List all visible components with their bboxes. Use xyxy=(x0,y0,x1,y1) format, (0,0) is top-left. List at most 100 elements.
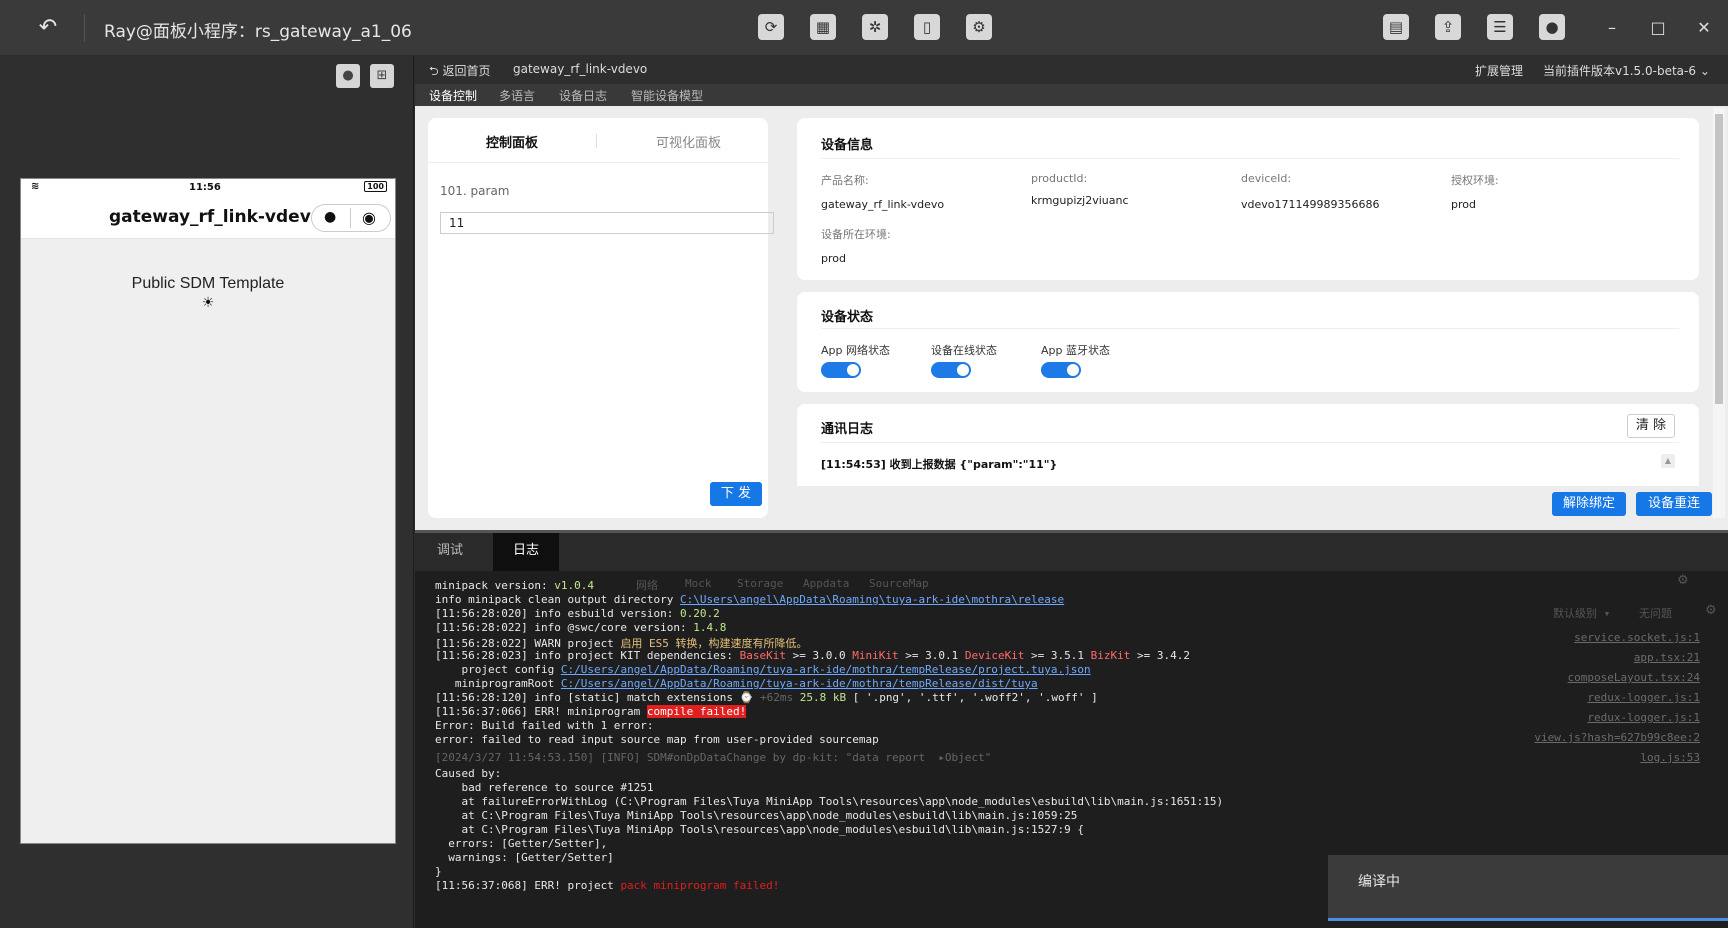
ghost-tab-mock: Mock xyxy=(685,577,712,590)
menu-icon[interactable]: ☰ xyxy=(1487,14,1513,40)
tab-log[interactable]: 日志 xyxy=(493,533,559,571)
comm-log-entry: [11:54:53] 收到上报数据 {"param":"11"} xyxy=(821,458,1058,471)
gear-icon[interactable]: ⚙ xyxy=(1677,573,1689,588)
back-icon[interactable]: ↶ xyxy=(34,14,62,42)
log-version: 0.20.2 xyxy=(680,607,720,620)
auth-env-label: 授权环境: xyxy=(1451,174,1499,187)
product-id-label: productId: xyxy=(1031,172,1088,185)
ghost-tab-appdata: Appdata xyxy=(803,577,850,590)
device-env-label: 设备所在环境: xyxy=(821,228,891,241)
tab-visual-panel[interactable]: 可视化面板 xyxy=(656,132,721,151)
device-online-toggle[interactable] xyxy=(931,362,971,378)
debug-icon[interactable]: ✲ xyxy=(862,14,888,40)
scrollbar[interactable] xyxy=(1713,108,1725,518)
source-link[interactable]: composeLayout.tsx:24 xyxy=(1568,671,1700,684)
comm-log-title: 通讯日志 xyxy=(821,422,874,437)
divider xyxy=(84,14,85,42)
back-home-link[interactable]: ⮌ 返回首页 xyxy=(429,62,490,83)
source-link[interactable]: redux-logger.js:1 xyxy=(1587,711,1700,724)
log-link[interactable]: C:\Users\angel\AppData\Roaming\tuya-ark-… xyxy=(680,593,1064,606)
log-link[interactable]: C:/Users/angel/AppData/Roaming/tuya-ark-… xyxy=(561,663,1091,676)
tab-smart-model[interactable]: 智能设备模型 xyxy=(631,87,703,104)
device-id-label: deviceId: xyxy=(1241,172,1292,185)
error-badge: compile failed! xyxy=(646,705,747,718)
auth-env-value: prod xyxy=(1451,198,1476,211)
clear-log-button[interactable]: 清 除 xyxy=(1627,414,1675,438)
settings-icon[interactable]: ⚙ xyxy=(966,14,992,40)
comm-log-card: 通讯日志 清 除 [11:54:53] 收到上报数据 {"param":"11"… xyxy=(797,404,1699,486)
log-line: bad reference to source #1251 xyxy=(435,781,654,794)
product-id-value: krmgupizj2viuanc xyxy=(1031,194,1129,207)
log-link[interactable]: C:/Users/angel/AppData/Roaming/tuya-ark-… xyxy=(561,677,1038,690)
device-id-value: vdevo171149989356686 xyxy=(1241,198,1380,211)
main-panel: ⮌ 返回首页 gateway_rf_link-vdevo 扩展管理 当前插件版本… xyxy=(415,56,1728,530)
source-link[interactable]: redux-logger.js:1 xyxy=(1587,691,1700,704)
ghost-tab-storage: Storage xyxy=(737,577,784,590)
ghost-tab-sourcemap: SourceMap xyxy=(869,577,929,590)
refresh-icon[interactable]: ⟳ xyxy=(758,14,784,40)
log-line: at C:\Program Files\Tuya MiniApp Tools\r… xyxy=(435,823,1085,836)
param-label: 101. param xyxy=(440,184,510,198)
more-icon[interactable]: ● xyxy=(324,209,336,225)
scrollbar-thumb[interactable] xyxy=(1715,114,1723,404)
log-line: [11:56:28:023] info project KIT dependen… xyxy=(435,649,1191,662)
unbind-button[interactable]: 解除绑定 xyxy=(1552,492,1626,516)
breadcrumb: ⮌ 返回首页 gateway_rf_link-vdevo 扩展管理 当前插件版本… xyxy=(415,56,1728,84)
app-network-toggle[interactable] xyxy=(821,362,861,378)
source-link[interactable]: app.tsx:21 xyxy=(1634,651,1700,664)
log-line: miniprogramRoot C:/Users/angel/AppData/R… xyxy=(435,677,1038,690)
tab-i18n[interactable]: 多语言 xyxy=(499,87,535,104)
tab-device-log[interactable]: 设备日志 xyxy=(559,87,607,104)
device-info-card: 设备信息 产品名称: gateway_rf_link-vdevo product… xyxy=(797,118,1699,280)
gear-icon-2[interactable]: ⚙ xyxy=(1705,603,1717,618)
preview-icon[interactable]: ▦ xyxy=(810,14,836,40)
plugin-version-select[interactable]: 当前插件版本v1.5.0-beta-6 ⌄ xyxy=(1543,62,1710,79)
log-line: warnings: [Getter/Setter] xyxy=(435,851,614,864)
user-icon[interactable]: ● xyxy=(1539,14,1565,40)
minimize-icon[interactable]: – xyxy=(1600,16,1624,40)
source-link[interactable]: view.js?hash=627b99c8ee:2 xyxy=(1534,731,1700,744)
tab-debug[interactable]: 调试 xyxy=(415,533,485,571)
plugin-version-label: 当前插件版本v1.5.0-beta-6 xyxy=(1543,64,1696,78)
divider xyxy=(821,328,1679,329)
grid-icon[interactable]: ⊞ xyxy=(370,64,394,88)
maximize-icon[interactable]: □ xyxy=(1646,16,1670,40)
divider xyxy=(428,162,768,163)
device-status-title: 设备状态 xyxy=(821,310,874,325)
device-icon[interactable]: ▯ xyxy=(914,14,940,40)
log-line: errors: [Getter/Setter], xyxy=(435,837,608,850)
account-icon[interactable]: ● xyxy=(336,64,360,88)
back-home-label: 返回首页 xyxy=(442,64,491,78)
ghost-issues: 无问题 xyxy=(1639,607,1672,620)
log-version: v1.0.4 xyxy=(554,579,594,592)
upload-panel-icon[interactable]: ▤ xyxy=(1383,14,1409,40)
template-text: Public SDM Template xyxy=(131,275,285,292)
divider xyxy=(596,134,597,148)
log-line: at C:\Program Files\Tuya MiniApp Tools\r… xyxy=(435,809,1078,822)
send-button[interactable]: 下 发 xyxy=(710,482,762,506)
nav-title: gateway_rf_link-vdevo xyxy=(109,207,323,227)
tab-control-panel[interactable]: 控制面板 xyxy=(486,132,538,151)
tab-device-control[interactable]: 设备控制 xyxy=(429,87,477,104)
scroll-up-icon[interactable]: ▲ xyxy=(1661,454,1675,468)
capsule-menu[interactable]: ● ◉ xyxy=(311,204,391,232)
source-link[interactable]: log.js:53 xyxy=(1640,751,1700,764)
app-bluetooth-toggle[interactable] xyxy=(1041,362,1081,378)
log-line: } xyxy=(435,865,442,878)
close-icon[interactable]: ✕ xyxy=(1692,16,1716,40)
param-input[interactable]: 11 xyxy=(440,212,774,234)
app-network-label: App 网络状态 xyxy=(821,344,890,357)
close-miniapp-icon[interactable]: ◉ xyxy=(362,208,376,227)
reconnect-button[interactable]: 设备重连 xyxy=(1636,492,1712,516)
sub-tabs: 设备控制 多语言 设备日志 智能设备模型 xyxy=(415,84,1728,106)
log-line: project config C:/Users/angel/AppData/Ro… xyxy=(435,663,1091,676)
clock: 11:56 xyxy=(189,182,221,193)
device-env-value: prod xyxy=(821,252,846,265)
compile-toast: 编译中 xyxy=(1328,855,1728,921)
source-link[interactable]: service.socket.js:1 xyxy=(1574,631,1700,644)
extension-manage-link[interactable]: 扩展管理 xyxy=(1475,62,1523,79)
log-line: [11:56:37:066] ERR! miniprogram compile … xyxy=(435,705,747,718)
upload-icon[interactable]: ⇪ xyxy=(1435,14,1461,40)
divider xyxy=(821,442,1679,443)
ghost-tab-network: 网络 xyxy=(636,579,658,592)
